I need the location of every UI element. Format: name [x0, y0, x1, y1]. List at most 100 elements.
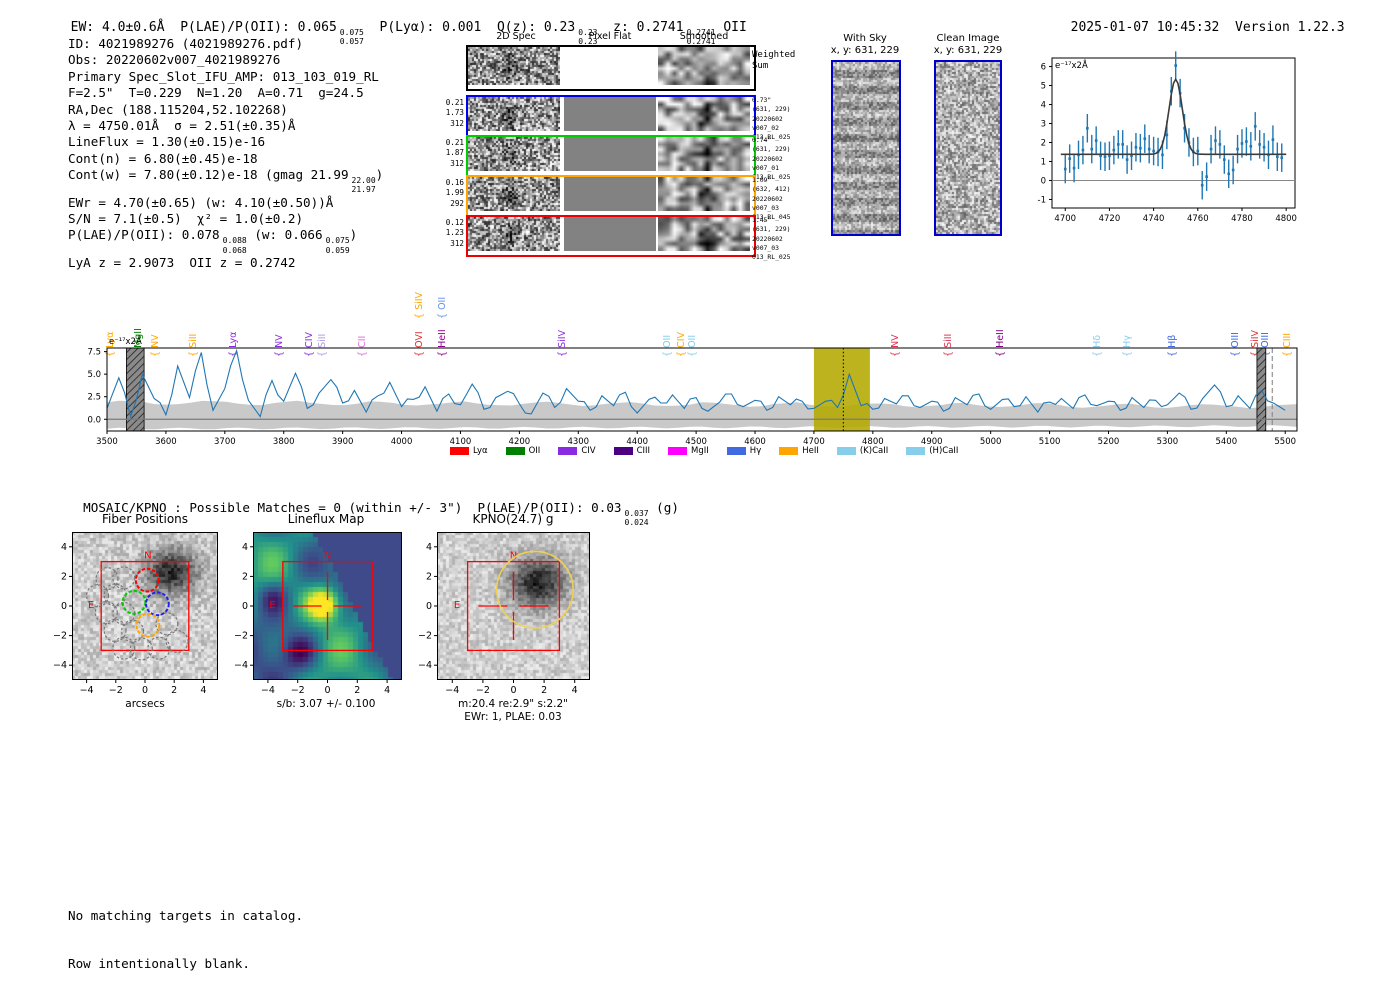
header-plya: P(Lyα): 0.001	[379, 20, 482, 35]
svg-text:−2: −2	[476, 685, 490, 696]
svg-text:2: 2	[171, 685, 177, 696]
info-lineflux: LineFlux = 1.30(±0.15)e-16	[68, 134, 266, 150]
cutout-row-3-pixelflat	[564, 177, 656, 211]
with-sky-image	[833, 62, 899, 234]
cutout-row-2-pixelflat	[564, 137, 656, 171]
map-axes-layer: −4 −4 −2 −2 0 0 2 2 4 4 −4 −4 −2 −2 0 0 2 2 4 4 −4 −4 −2 −2 0 0 2 2…	[53, 542, 578, 696]
cutout-row-4-pixelflat	[564, 217, 656, 251]
cutout-row-2-left-labels: 0.21 1.87 312	[445, 138, 464, 168]
legend-item-ly: Lyα	[450, 446, 488, 456]
svg-text:4: 4	[200, 685, 206, 696]
info-ewr: EWr = 4.70(±0.65) (w: 4.10(±0.50))Å	[68, 194, 334, 210]
legend-item-heii: HeII	[779, 446, 819, 456]
svg-text:5000: 5000	[980, 437, 1002, 445]
header-plae: P(LAE)/P(OII): 0.065	[180, 20, 337, 35]
info-cont-n: Cont(n) = 6.80(±0.45)e-18	[68, 150, 258, 166]
header-timestamp-version: 2025-01-07 10:45:32 Version 1.22.3	[1055, 5, 1345, 35]
svg-text:5.0: 5.0	[87, 370, 101, 380]
svg-text:3800: 3800	[273, 437, 295, 445]
legend-label: HeII	[802, 446, 819, 456]
svg-text:2: 2	[426, 571, 432, 582]
svg-text:4740: 4740	[1143, 214, 1165, 224]
lineflux-xlabel: s/b: 3.07 +/- 0.100	[276, 698, 376, 710]
svg-text:4600: 4600	[744, 437, 766, 445]
cutout-row-4	[466, 215, 756, 257]
svg-text:4300: 4300	[567, 437, 589, 445]
with-sky-image-frame	[831, 60, 901, 236]
svg-text:4500: 4500	[685, 437, 707, 445]
info-primary-spec: Primary Spec_Slot_IFU_AMP: 013_103_019_R…	[68, 68, 379, 84]
fiber-xlabel: arcsecs	[125, 698, 165, 710]
clean-image-title-text: Clean Image	[936, 33, 1000, 44]
legend-swatch	[726, 447, 746, 455]
svg-text:4200: 4200	[509, 437, 531, 445]
svg-text:−2: −2	[418, 631, 432, 642]
line-label-siiv: { SiIV	[413, 291, 425, 319]
detection-info-block: ID: 4021989276 (4021989276.pdf) Obs: 202…	[68, 36, 383, 271]
legend-swatch	[906, 447, 926, 455]
svg-text:5100: 5100	[1039, 437, 1061, 445]
svg-text:e⁻¹⁷x2Å: e⁻¹⁷x2Å	[1055, 59, 1088, 71]
svg-text:2.5: 2.5	[87, 393, 101, 403]
cutout-row-1-smoothed	[658, 97, 750, 131]
with-sky-title: With Sky x, y: 631, 229	[805, 33, 925, 57]
cutout-row-4-2dspec	[468, 217, 560, 251]
legend-item-civ: CIV	[558, 446, 596, 456]
cutout-row-0-2dspec	[468, 47, 560, 85]
svg-text:0: 0	[426, 601, 432, 612]
svg-text:−4: −4	[234, 660, 248, 671]
svg-text:3: 3	[1041, 120, 1046, 130]
legend-swatch	[779, 447, 799, 455]
legend-item-oii: OII	[505, 446, 540, 456]
legend-swatch	[450, 447, 469, 455]
svg-text:5500: 5500	[1274, 437, 1296, 445]
legend-swatch	[505, 447, 525, 455]
svg-text:5: 5	[1041, 82, 1046, 92]
svg-text:0: 0	[61, 601, 67, 612]
legend-item-hcaii: (H)CaII	[906, 446, 958, 456]
cutout-row-2-2dspec	[468, 137, 560, 171]
svg-text:2: 2	[541, 685, 547, 696]
clean-image-frame	[934, 60, 1002, 236]
svg-text:0.0: 0.0	[87, 415, 101, 425]
svg-text:5200: 5200	[1098, 437, 1120, 445]
svg-text:e⁻¹⁷x2Å: e⁻¹⁷x2Å	[109, 335, 142, 347]
svg-text:0: 0	[510, 685, 516, 696]
svg-text:2: 2	[354, 685, 360, 696]
main-spectrum-chart: 0.0 2.5 5.0 7.5 3500 3600 3700 3800 3900 4000 4100…	[87, 335, 1298, 445]
svg-text:4780: 4780	[1231, 214, 1253, 224]
kpno-xlabel2: EWr: 1, PLAE: 0.03	[464, 711, 562, 723]
line-label-oii: { OII	[436, 296, 448, 319]
svg-text:4760: 4760	[1187, 214, 1209, 224]
cutout-row-1-left-labels: 0.21 1.73 312	[445, 98, 464, 128]
report-timestamp: 2025-01-07 10:45:32	[1070, 20, 1220, 35]
cutout-col-title-smoothed: Smoothed	[679, 31, 729, 42]
header-ew: EW: 4.0±0.6Å	[70, 20, 165, 35]
with-sky-coords: x, y: 631, 229	[830, 45, 900, 56]
with-sky-title-text: With Sky	[843, 33, 887, 44]
svg-text:2: 2	[61, 571, 67, 582]
legend-swatch	[613, 447, 633, 455]
svg-text:−4: −4	[445, 685, 459, 696]
legend-swatch	[668, 447, 688, 455]
svg-text:7.5: 7.5	[87, 348, 101, 358]
svg-text:3600: 3600	[155, 437, 177, 445]
cutout-row-0-smoothed	[658, 47, 750, 85]
svg-text:2: 2	[242, 571, 248, 582]
svg-text:6: 6	[1041, 63, 1046, 73]
legend-item-ciii: CIII	[613, 446, 650, 456]
svg-text:4400: 4400	[626, 437, 648, 445]
info-sn-chi2: S/N = 7.1(±0.5) χ² = 1.0(±0.2)	[68, 211, 304, 227]
cutout-col-title-2dspec: 2D Spec	[496, 31, 536, 42]
cutout-row-1-2dspec	[468, 97, 560, 131]
svg-text:4: 4	[61, 542, 67, 553]
info-radec: RA,Dec (188.115204,52.102268)	[68, 101, 288, 117]
legend-label: CIV	[581, 446, 596, 456]
info-id: ID: 4021989276 (4021989276.pdf)	[68, 36, 304, 51]
svg-text:1: 1	[1041, 157, 1046, 167]
clean-image-coords: x, y: 631, 229	[933, 45, 1003, 56]
cutout-row-2-smoothed	[658, 137, 750, 171]
cutout-row-4-right-labels: 1.45" (631, 229) 20220602 v007_03 013_RL_025	[752, 216, 791, 262]
info-cont-w: Cont(w) = 7.80(±0.12)e-18 (gmag 21.99 22.…	[68, 167, 384, 195]
svg-text:3900: 3900	[332, 437, 354, 445]
